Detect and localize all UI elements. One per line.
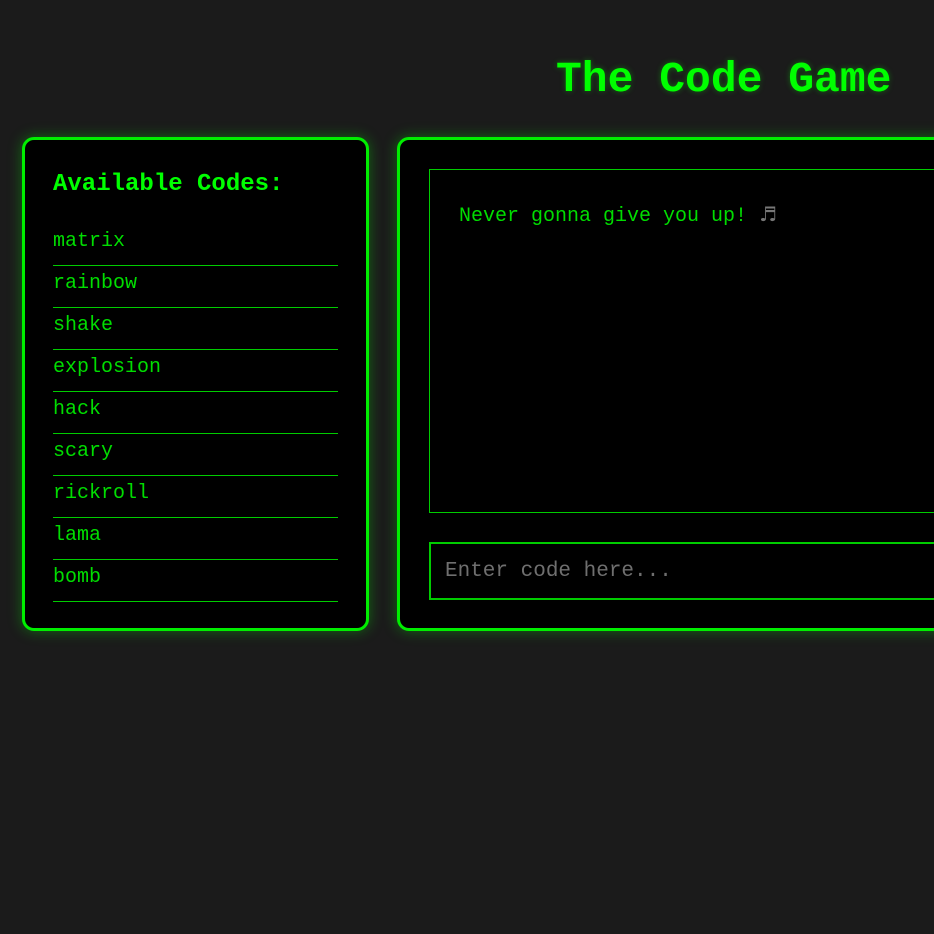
music-note-icon: ♬ xyxy=(759,202,777,226)
code-item-explosion[interactable]: explosion xyxy=(53,350,338,392)
code-item-rainbow[interactable]: rainbow xyxy=(53,266,338,308)
output-message: Never gonna give you up! xyxy=(459,205,748,228)
code-item-scary[interactable]: scary xyxy=(53,434,338,476)
output-message-line: Never gonna give you up! ♬ xyxy=(459,200,777,231)
code-item-matrix[interactable]: matrix xyxy=(53,224,338,266)
codes-panel: Available Codes: matrix rainbow shake ex… xyxy=(22,137,369,631)
codes-list: matrix rainbow shake explosion hack scar… xyxy=(53,224,338,602)
page-title: The Code Game xyxy=(556,55,892,104)
codes-heading: Available Codes: xyxy=(53,171,284,198)
output-display: Never gonna give you up! ♬ xyxy=(429,169,934,513)
code-item-hack[interactable]: hack xyxy=(53,392,338,434)
game-page: The Code Game Available Codes: matrix ra… xyxy=(0,0,934,934)
code-item-shake[interactable]: shake xyxy=(53,308,338,350)
code-item-bomb[interactable]: bomb xyxy=(53,560,338,602)
game-panel: Never gonna give you up! ♬ xyxy=(397,137,934,631)
code-item-rickroll[interactable]: rickroll xyxy=(53,476,338,518)
code-input[interactable] xyxy=(429,542,934,600)
code-item-lama[interactable]: lama xyxy=(53,518,338,560)
